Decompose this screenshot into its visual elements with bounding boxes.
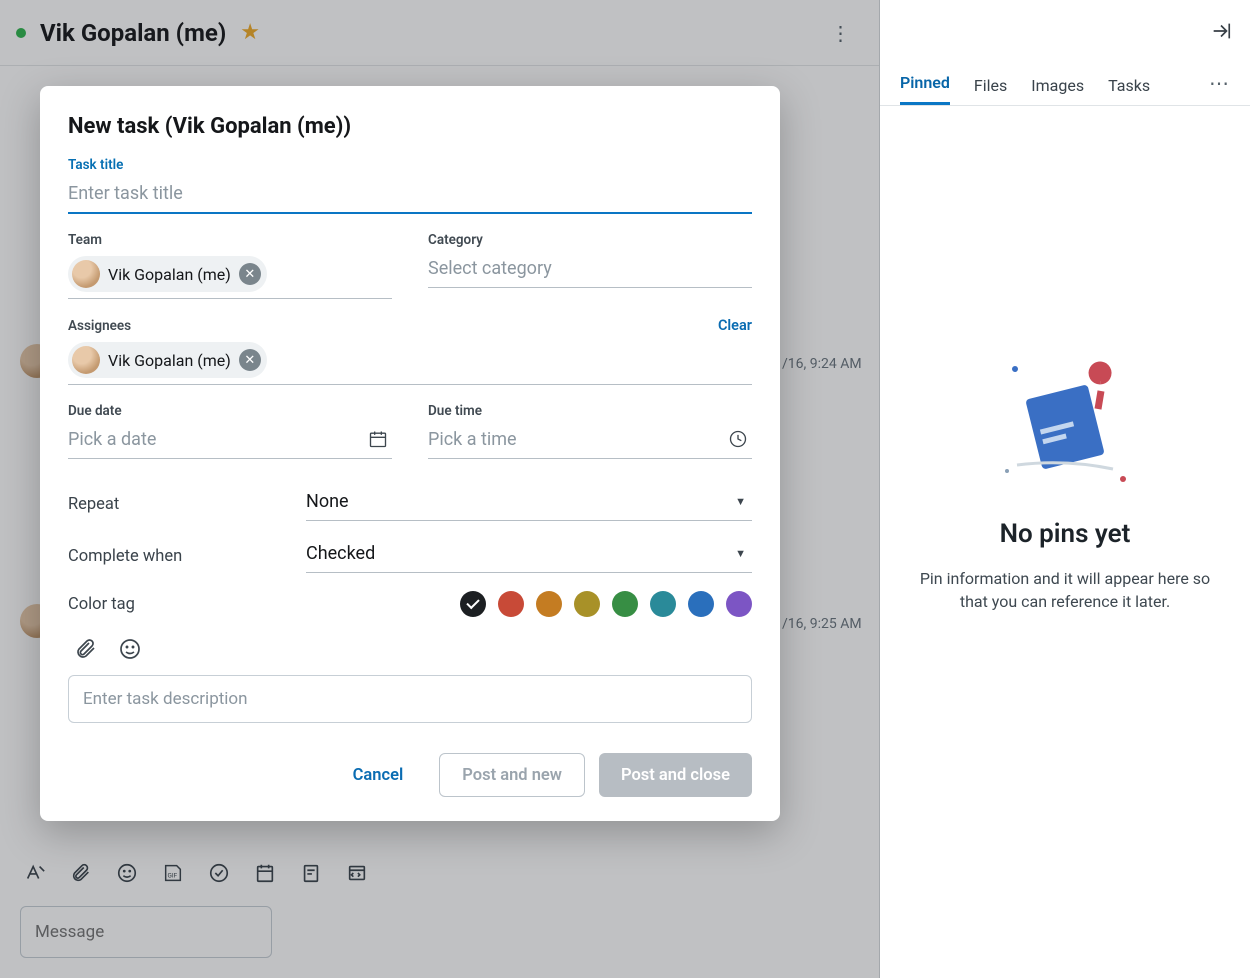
team-field[interactable]: Vik Gopalan (me) ✕ <box>68 252 392 299</box>
empty-title: No pins yet <box>1000 519 1131 549</box>
color-swatch[interactable] <box>536 591 562 617</box>
remove-chip-icon[interactable]: ✕ <box>239 263 261 285</box>
task-title-label: Task title <box>68 157 752 173</box>
due-time-input[interactable] <box>428 423 752 459</box>
post-and-close-button[interactable]: Post and close <box>599 753 752 797</box>
color-swatch[interactable] <box>726 591 752 617</box>
calendar-icon[interactable] <box>368 429 388 453</box>
color-swatch[interactable] <box>574 591 600 617</box>
collapse-panel-icon[interactable] <box>1210 20 1232 46</box>
remove-chip-icon[interactable]: ✕ <box>239 349 261 371</box>
color-swatch[interactable] <box>688 591 714 617</box>
team-chip-label: Vik Gopalan (me) <box>108 265 231 284</box>
color-swatch[interactable] <box>612 591 638 617</box>
cancel-button[interactable]: Cancel <box>331 753 426 797</box>
repeat-dropdown[interactable]: None ▼ <box>306 487 752 521</box>
color-swatch[interactable] <box>650 591 676 617</box>
clear-assignees-link[interactable]: Clear <box>718 317 752 334</box>
task-description-input[interactable] <box>68 675 752 723</box>
task-title-input[interactable] <box>68 177 752 214</box>
avatar <box>72 260 100 288</box>
emoji-icon[interactable] <box>118 637 142 665</box>
pins-illustration <box>985 351 1145 501</box>
repeat-value: None <box>306 491 349 512</box>
team-label: Team <box>68 232 392 248</box>
complete-when-value: Checked <box>306 543 375 564</box>
assignee-chip-label: Vik Gopalan (me) <box>108 351 231 370</box>
clock-icon[interactable] <box>728 429 748 453</box>
caret-down-icon: ▼ <box>735 495 746 508</box>
assignees-label: Assignees <box>68 318 131 334</box>
modal-title: New task (Vik Gopalan (me)) <box>68 114 752 139</box>
complete-when-dropdown[interactable]: Checked ▼ <box>306 539 752 573</box>
due-time-label: Due time <box>428 403 752 419</box>
due-date-input[interactable] <box>68 423 392 459</box>
category-label: Category <box>428 232 752 248</box>
team-chip: Vik Gopalan (me) ✕ <box>68 256 267 292</box>
new-task-modal: New task (Vik Gopalan (me)) Task title T… <box>40 86 780 821</box>
category-select[interactable] <box>428 252 752 288</box>
assignee-chip: Vik Gopalan (me) ✕ <box>68 342 267 378</box>
empty-subtitle: Pin information and it will appear here … <box>916 567 1214 613</box>
repeat-label: Repeat <box>68 495 306 514</box>
color-swatch[interactable] <box>460 591 486 617</box>
attach-file-icon[interactable] <box>74 637 98 665</box>
assignees-field[interactable]: Vik Gopalan (me) ✕ <box>68 338 752 385</box>
color-swatch[interactable] <box>498 591 524 617</box>
complete-when-label: Complete when <box>68 547 306 566</box>
color-swatch-row <box>460 591 752 617</box>
color-tag-label: Color tag <box>68 595 460 614</box>
avatar <box>72 346 100 374</box>
post-and-new-button[interactable]: Post and new <box>439 753 585 797</box>
due-date-label: Due date <box>68 403 392 419</box>
pins-empty-state: No pins yet Pin information and it will … <box>880 46 1250 918</box>
caret-down-icon: ▼ <box>735 547 746 560</box>
